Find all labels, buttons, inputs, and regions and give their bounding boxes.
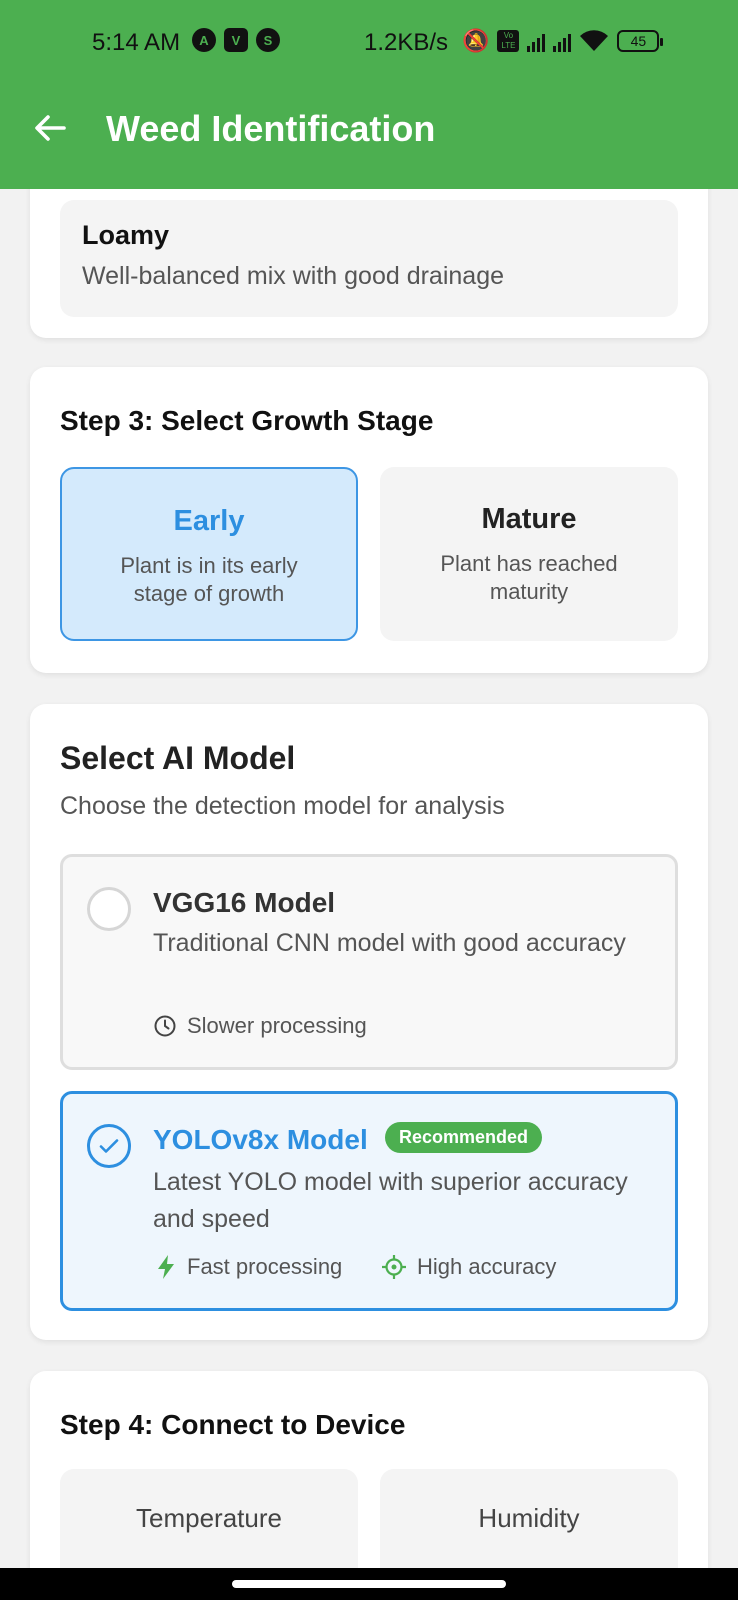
- growth-option-description: Plant is in its early stage of growth: [120, 553, 298, 606]
- model-option-description: Latest YOLO model with superior accuracy…: [153, 1168, 628, 1233]
- model-option-vgg16[interactable]: VGG16 Model Traditional CNN model with g…: [60, 854, 678, 1070]
- bolt-icon: [158, 1255, 174, 1279]
- ai-model-card: Select AI Model Choose the detection mod…: [30, 704, 708, 1340]
- model-option-name: VGG16 Model: [153, 887, 336, 918]
- model-feature: High accuracy: [381, 1254, 556, 1280]
- battery-icon: 45: [617, 30, 664, 52]
- bell-muted-icon: 🔕: [462, 28, 490, 53]
- model-feature-label: High accuracy: [417, 1254, 557, 1279]
- vpn-notification-icon: V: [224, 28, 248, 52]
- radio-checked-icon[interactable]: [87, 1124, 131, 1168]
- recommended-badge: Recommended: [385, 1122, 543, 1153]
- soil-option-loamy[interactable]: Loamy Well-balanced mix with good draina…: [60, 200, 678, 317]
- model-option-description: Traditional CNN model with good accuracy: [153, 929, 626, 957]
- crosshair-icon: [382, 1255, 406, 1279]
- sensor-temperature: Temperature: [60, 1469, 358, 1568]
- model-option-yolov8x[interactable]: YOLOv8x Model Recommended Latest YOLO mo…: [60, 1091, 678, 1311]
- app-notification-icon: A: [192, 28, 216, 52]
- app-bar: 5:14 AM A V S 1.2KB/s 🔕 Vo LTE 45 Weed Id…: [0, 0, 738, 189]
- notification-icons: A V S: [192, 28, 280, 52]
- soil-option-name: Loamy: [82, 220, 170, 250]
- status-time: 5:14 AM: [92, 29, 181, 56]
- growth-option-description: Plant has reached maturity: [440, 551, 618, 604]
- model-feature-label: Fast processing: [187, 1254, 343, 1279]
- system-icons: 🔕 Vo LTE 45: [462, 28, 664, 54]
- wifi-icon: [580, 30, 609, 51]
- growth-option-mature[interactable]: Mature Plant has reached maturity: [380, 467, 678, 641]
- model-feature-label: Slower processing: [187, 1013, 367, 1038]
- sensor-label: Humidity: [478, 1503, 580, 1533]
- system-nav-bar: [0, 1568, 738, 1600]
- device-card: Step 4: Connect to Device Temperature Hu…: [30, 1371, 708, 1568]
- sensor-humidity: Humidity: [380, 1469, 678, 1568]
- volte-icon: Vo LTE: [497, 30, 520, 52]
- clock-icon: [154, 1015, 176, 1037]
- signal-icon: [527, 30, 546, 52]
- radio-unchecked-icon[interactable]: [87, 887, 131, 931]
- model-feature: Slower processing: [153, 1013, 367, 1039]
- growth-option-early[interactable]: Early Plant is in its early stage of gro…: [60, 467, 358, 641]
- network-speed: 1.2KB/s: [364, 29, 449, 56]
- ai-model-title: Select AI Model: [60, 740, 296, 776]
- growth-option-name: Early: [173, 505, 245, 537]
- back-arrow-icon[interactable]: [30, 108, 70, 148]
- status-bar: 5:14 AM A V S 1.2KB/s 🔕 Vo LTE 45: [0, 0, 738, 88]
- growth-option-name: Mature: [481, 503, 577, 535]
- growth-stage-title: Step 3: Select Growth Stage: [60, 405, 434, 436]
- scroll-content[interactable]: Loamy Well-balanced mix with good draina…: [0, 0, 738, 1568]
- signal-icon: [553, 30, 572, 52]
- sensor-label: Temperature: [136, 1503, 282, 1533]
- home-gesture-bar[interactable]: [232, 1580, 506, 1588]
- chat-notification-icon: S: [256, 28, 280, 52]
- soil-option-description: Well-balanced mix with good drainage: [82, 262, 504, 290]
- page-title: Weed Identification: [106, 108, 436, 149]
- growth-stage-card: Step 3: Select Growth Stage Early Plant …: [30, 367, 708, 673]
- device-card-title: Step 4: Connect to Device: [60, 1409, 406, 1440]
- ai-model-subtitle: Choose the detection model for analysis: [60, 792, 505, 820]
- model-option-name: YOLOv8x Model: [153, 1124, 368, 1155]
- model-feature: Fast processing: [155, 1254, 342, 1280]
